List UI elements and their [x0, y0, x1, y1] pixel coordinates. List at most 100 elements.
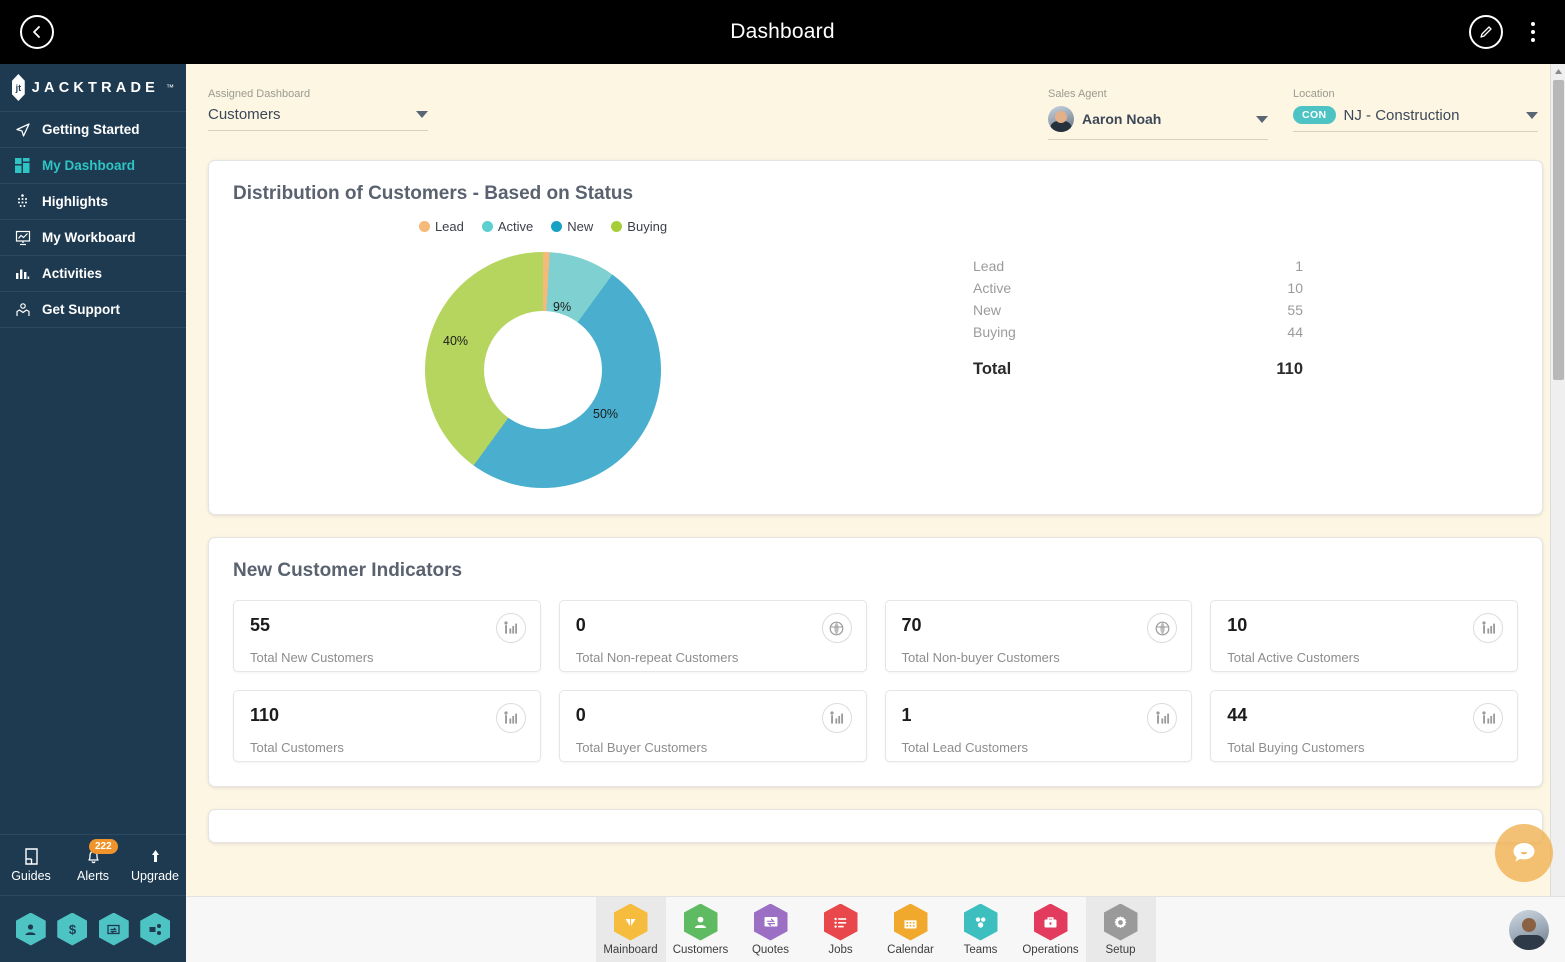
sidebar: jt JACKTRADE ™ Getting Started My Dashbo…	[0, 64, 186, 962]
sales-agent-filter[interactable]: Sales Agent Aaron Noah	[1048, 88, 1268, 160]
sales-agent-value: Aaron Noah	[1082, 111, 1162, 127]
sidebar-item-highlights[interactable]: Highlights	[0, 184, 186, 220]
indicator-value: 110	[250, 705, 280, 725]
chart-region: Lead Active New Buying 9% 50% 40%	[233, 213, 853, 488]
bottom-nav-label: Teams	[963, 943, 998, 956]
bar-chart-people-icon	[1473, 703, 1503, 733]
indicator-label: Total Lead Customers	[901, 740, 1028, 755]
indicator-card[interactable]: 1 Total Lead Customers	[884, 690, 1193, 762]
svg-text:$: $	[69, 922, 77, 937]
sidebar-item-my-dashboard[interactable]: My Dashboard	[0, 148, 186, 184]
book-icon	[24, 848, 38, 865]
sidebar-item-get-support[interactable]: Get Support	[0, 292, 186, 328]
quick-action-quotes[interactable]	[98, 912, 129, 946]
indicator-card[interactable]: 55 Total New Customers	[233, 600, 541, 672]
overflow-menu-button[interactable]	[1519, 16, 1547, 48]
presentation-board-icon	[14, 229, 31, 246]
indicator-label: Total Active Customers	[1227, 650, 1360, 665]
chevron-down-icon	[1256, 115, 1268, 123]
scroll-up-arrow-icon[interactable]	[1551, 64, 1565, 78]
upgrade-button[interactable]: Upgrade	[124, 835, 186, 895]
indicator-card[interactable]: 44 Total Buying Customers	[1210, 690, 1518, 762]
bottom-navigation: Mainboard Customers Quotes Jobs Calendar Team…	[186, 896, 1565, 962]
main-content: Assigned Dashboard Customers Sales Agent…	[186, 64, 1565, 896]
legend-item-buying[interactable]: Buying	[611, 219, 667, 234]
total-label: Total	[973, 360, 1012, 378]
arrow-up-icon	[151, 850, 159, 862]
legend-swatch	[418, 221, 430, 232]
indicator-value: 1	[901, 705, 912, 725]
bottom-nav-label: Quotes	[751, 943, 790, 956]
legend-label: Buying	[627, 219, 668, 234]
bottom-nav-item-customers[interactable]: Customers	[666, 897, 736, 962]
guides-button[interactable]: Guides	[0, 835, 62, 895]
person-icon	[683, 903, 718, 941]
stat-value: 44	[1287, 324, 1303, 340]
sidebar-item-my-workboard[interactable]: My Workboard	[0, 220, 186, 256]
legend-item-active[interactable]: Active	[481, 219, 533, 234]
bottom-nav-item-setup[interactable]: Setup	[1085, 896, 1156, 962]
gear-icon	[1103, 903, 1138, 941]
indicator-card[interactable]: 0 Total Non-repeat Customers	[558, 600, 867, 672]
bar-chart-people-icon	[1473, 613, 1503, 643]
legend-item-lead[interactable]: Lead	[418, 219, 464, 234]
list-icon	[823, 903, 858, 941]
legend-item-new[interactable]: New	[551, 219, 593, 234]
indicator-card[interactable]: 10 Total Active Customers	[1210, 600, 1518, 672]
bottom-nav-item-calendar[interactable]: Calendar	[876, 897, 946, 962]
quick-action-payments[interactable]: $	[57, 912, 88, 946]
next-card-partial	[208, 809, 1543, 843]
bottom-nav-item-operations[interactable]: Operations	[1016, 897, 1086, 962]
bottom-nav-label: Jobs	[828, 943, 853, 956]
indicator-card[interactable]: 110 Total Customers	[233, 690, 541, 762]
bottom-nav-item-jobs[interactable]: Jobs	[806, 897, 876, 962]
alerts-badge: 222	[89, 839, 118, 854]
indicators-grid: 55 Total New Customers 0 Total Non-repeat C…	[209, 586, 1542, 786]
bottom-nav-label: Calendar	[887, 943, 934, 956]
scrollbar-thumb[interactable]	[1553, 80, 1564, 380]
back-button[interactable]	[20, 15, 54, 49]
bar-chart-people-icon	[1147, 703, 1178, 733]
calendar-icon	[893, 903, 928, 941]
vertical-scrollbar[interactable]	[1550, 64, 1565, 896]
assigned-dashboard-filter[interactable]: Assigned Dashboard Customers	[208, 88, 428, 160]
table-row: Active 10	[973, 277, 1303, 299]
stats-total-row: Total 110	[973, 343, 1303, 379]
dashboard-app: Dashboard jt JACKTRADE ™ Getting Started	[0, 0, 1565, 962]
chat-widget-button[interactable]	[1495, 824, 1553, 882]
brand-mark-letters: jt	[15, 82, 22, 93]
dashboard-grid-icon	[14, 157, 31, 174]
indicator-label: Total Customers	[250, 740, 344, 755]
quick-action-person[interactable]	[15, 912, 46, 946]
sidebar-item-label: Activities	[42, 266, 103, 281]
assigned-dashboard-value: Customers	[208, 106, 281, 123]
quick-action-workflow[interactable]	[140, 912, 171, 946]
brand-logo[interactable]: jt JACKTRADE ™	[0, 64, 186, 112]
chat-bubble-icon	[1513, 843, 1535, 862]
indicator-value: 55	[250, 615, 271, 635]
edit-button[interactable]	[1469, 15, 1503, 49]
chart-card-body: Lead Active New Buying 9% 50% 40% Lead 1…	[209, 209, 1542, 514]
user-avatar[interactable]	[1509, 910, 1549, 950]
indicator-label: Total Non-buyer Customers	[901, 650, 1060, 665]
alerts-button[interactable]: 222 Alerts	[62, 835, 124, 895]
sidebar-item-activities[interactable]: Activities	[0, 256, 186, 292]
legend-swatch	[551, 221, 563, 232]
indicator-card[interactable]: 0 Total Buyer Customers	[558, 690, 867, 762]
sidebar-item-getting-started[interactable]: Getting Started	[0, 112, 186, 148]
chart-legend: Lead Active New Buying	[233, 213, 853, 244]
legend-label: Lead	[434, 219, 464, 234]
location-filter[interactable]: Location CON NJ - Construction	[1293, 88, 1538, 160]
indicator-card[interactable]: 70 Total Non-buyer Customers	[884, 600, 1193, 672]
location-value: NJ - Construction	[1343, 106, 1460, 124]
bottom-nav-item-quotes[interactable]: Quotes	[736, 897, 806, 962]
sidebar-quick-actions: $	[0, 896, 186, 962]
slice-label-active: 9%	[553, 300, 572, 314]
bottom-nav-item-mainboard[interactable]: Mainboard	[595, 896, 666, 962]
indicator-value: 0	[575, 615, 586, 635]
donut-chart: 9% 50% 40%	[425, 252, 661, 488]
bottom-nav-label: Setup	[1105, 943, 1136, 956]
bottom-nav-item-teams[interactable]: Teams	[946, 897, 1016, 962]
top-header-bar: Dashboard	[0, 0, 1565, 64]
person-icon	[25, 923, 36, 935]
